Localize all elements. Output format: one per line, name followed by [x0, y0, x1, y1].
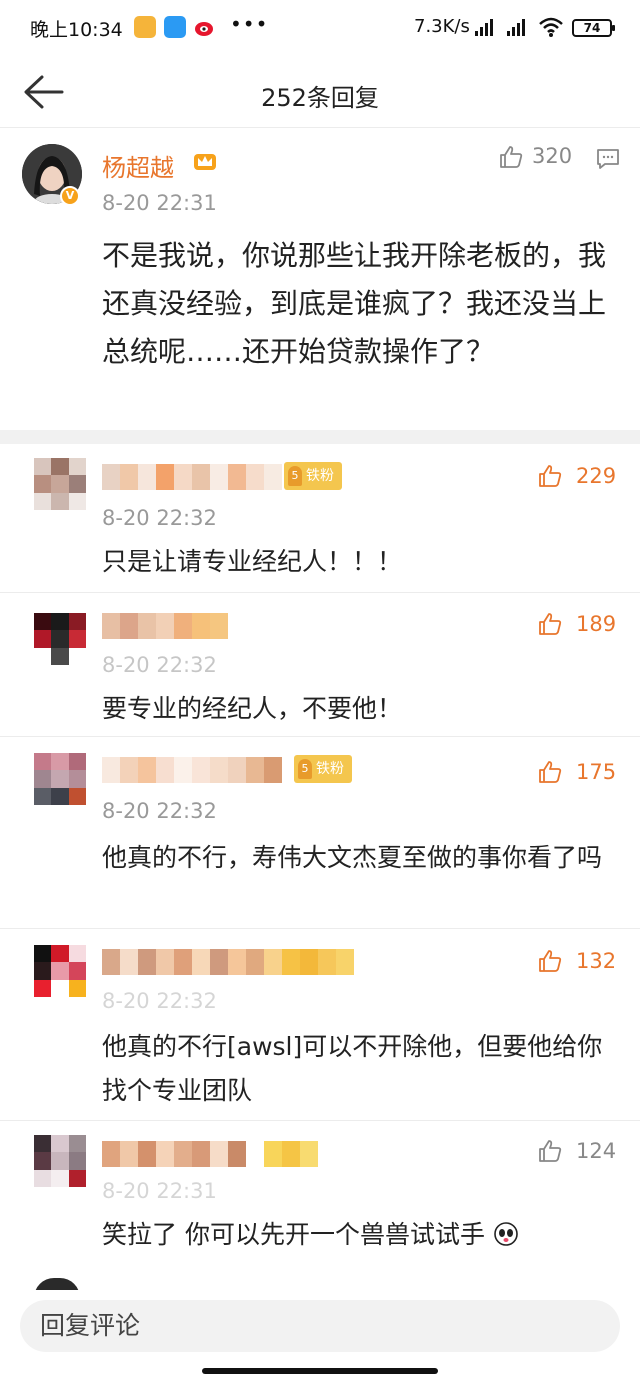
status-bar: 晚上10:34 ••• 7.3K/s 74: [0, 0, 640, 56]
like-count: 229: [576, 464, 617, 488]
thumbs-up-icon[interactable]: [537, 948, 563, 974]
page-title: 252条回复: [261, 84, 379, 112]
list-item: 铁粉 8-20 22:32 229 只是让请专业经纪人！！！: [0, 444, 640, 593]
like-count: 320: [532, 144, 573, 168]
blurred-username[interactable]: [102, 464, 282, 490]
reply-time: 8-20 22:31: [102, 1179, 217, 1203]
reply-text: 他真的不行[awsl]可以不开除他，但要他给你找个专业团队: [102, 1032, 603, 1105]
reply-time: 8-20 22:32: [102, 506, 217, 530]
reply-time: 8-20 22:32: [102, 799, 217, 823]
reply-text: 只是让请专业经纪人！！！: [102, 547, 403, 576]
post-text: 不是我说，你说那些让我开除老板的，我还真没经验，到底是谁疯了？我还没当上总统呢……: [102, 239, 607, 368]
fan-badge: 铁粉: [284, 462, 342, 490]
reply-text-content: 笑拉了 你可以先开一个兽兽试试手: [102, 1220, 485, 1249]
signal-icon: [475, 19, 493, 36]
blurred-username[interactable]: [102, 613, 228, 639]
avatar[interactable]: [34, 753, 86, 805]
section-divider: [0, 430, 640, 444]
fan-badge: 铁粉: [294, 755, 352, 783]
reply-time: 8-20 22:32: [102, 989, 217, 1013]
crown-icon: [194, 154, 216, 170]
reply-input[interactable]: 回复评论: [20, 1300, 620, 1352]
list-item: 8-20 22:31 124 笑拉了 你可以先开一个兽兽试试手: [0, 1121, 640, 1271]
list-item: 铁粉 8-20 22:32 175 他真的不行，寿伟大文杰夏至做的事你看了吗: [0, 737, 640, 929]
list-item: 8-20 22:32 132 他真的不行[awsl]可以不开除他，但要他给你找个…: [0, 929, 640, 1121]
main-comment: V 杨超越 8-20 22:31 320 不是我说，你说那些让我开除老板的，我还…: [0, 128, 640, 430]
reply-text: 笑拉了 你可以先开一个兽兽试试手: [102, 1213, 614, 1257]
reply-time: 8-20 22:32: [102, 653, 217, 677]
like-count: 132: [576, 949, 617, 973]
wifi-icon: [539, 17, 563, 37]
bottom-bar: 回复评论: [0, 1290, 640, 1387]
avatar[interactable]: [34, 613, 86, 665]
list-item: 8-20 22:32 189 要专业的经纪人，不要他！: [0, 593, 640, 737]
avatar[interactable]: [34, 458, 86, 510]
reply-text: 要专业的经纪人，不要他！: [102, 694, 403, 723]
thumbs-up-icon[interactable]: [537, 759, 563, 785]
verified-icon: V: [60, 186, 80, 206]
network-speed: 7.3K/s: [414, 16, 470, 37]
battery-icon: 74: [572, 19, 615, 37]
message-app-icon: [164, 16, 186, 38]
post-time: 8-20 22:31: [102, 191, 217, 215]
weibo-app-icon: [195, 22, 213, 36]
blurred-username[interactable]: [102, 1141, 318, 1167]
comment-icon[interactable]: [596, 148, 620, 170]
notes-app-icon: [134, 16, 156, 38]
status-time: 晚上10:34: [30, 19, 123, 41]
reply-text: 他真的不行，寿伟大文杰夏至做的事你看了吗: [102, 843, 603, 872]
more-notifications-icon: •••: [230, 12, 269, 36]
thumbs-up-icon[interactable]: [537, 1138, 563, 1164]
home-indicator[interactable]: [202, 1368, 438, 1374]
thumbs-up-icon[interactable]: [537, 463, 563, 489]
signal-hd-icon: [507, 19, 525, 36]
header: 252条回复: [0, 56, 640, 128]
thumbs-up-icon[interactable]: [537, 611, 563, 637]
like-count: 175: [576, 760, 617, 784]
blurred-username[interactable]: [102, 949, 354, 975]
avatar[interactable]: [34, 945, 86, 997]
avatar[interactable]: [34, 1135, 86, 1187]
like-count: 124: [576, 1139, 617, 1163]
author-name[interactable]: 杨超越: [102, 148, 174, 183]
thumbs-up-icon[interactable]: [498, 144, 524, 170]
blurred-username[interactable]: [102, 757, 282, 783]
page: 晚上10:34 ••• 7.3K/s 74 252条回复 V 杨超越 8-20 …: [0, 0, 640, 1387]
panda-emoji-icon: [494, 1222, 518, 1246]
like-count: 189: [576, 612, 617, 636]
